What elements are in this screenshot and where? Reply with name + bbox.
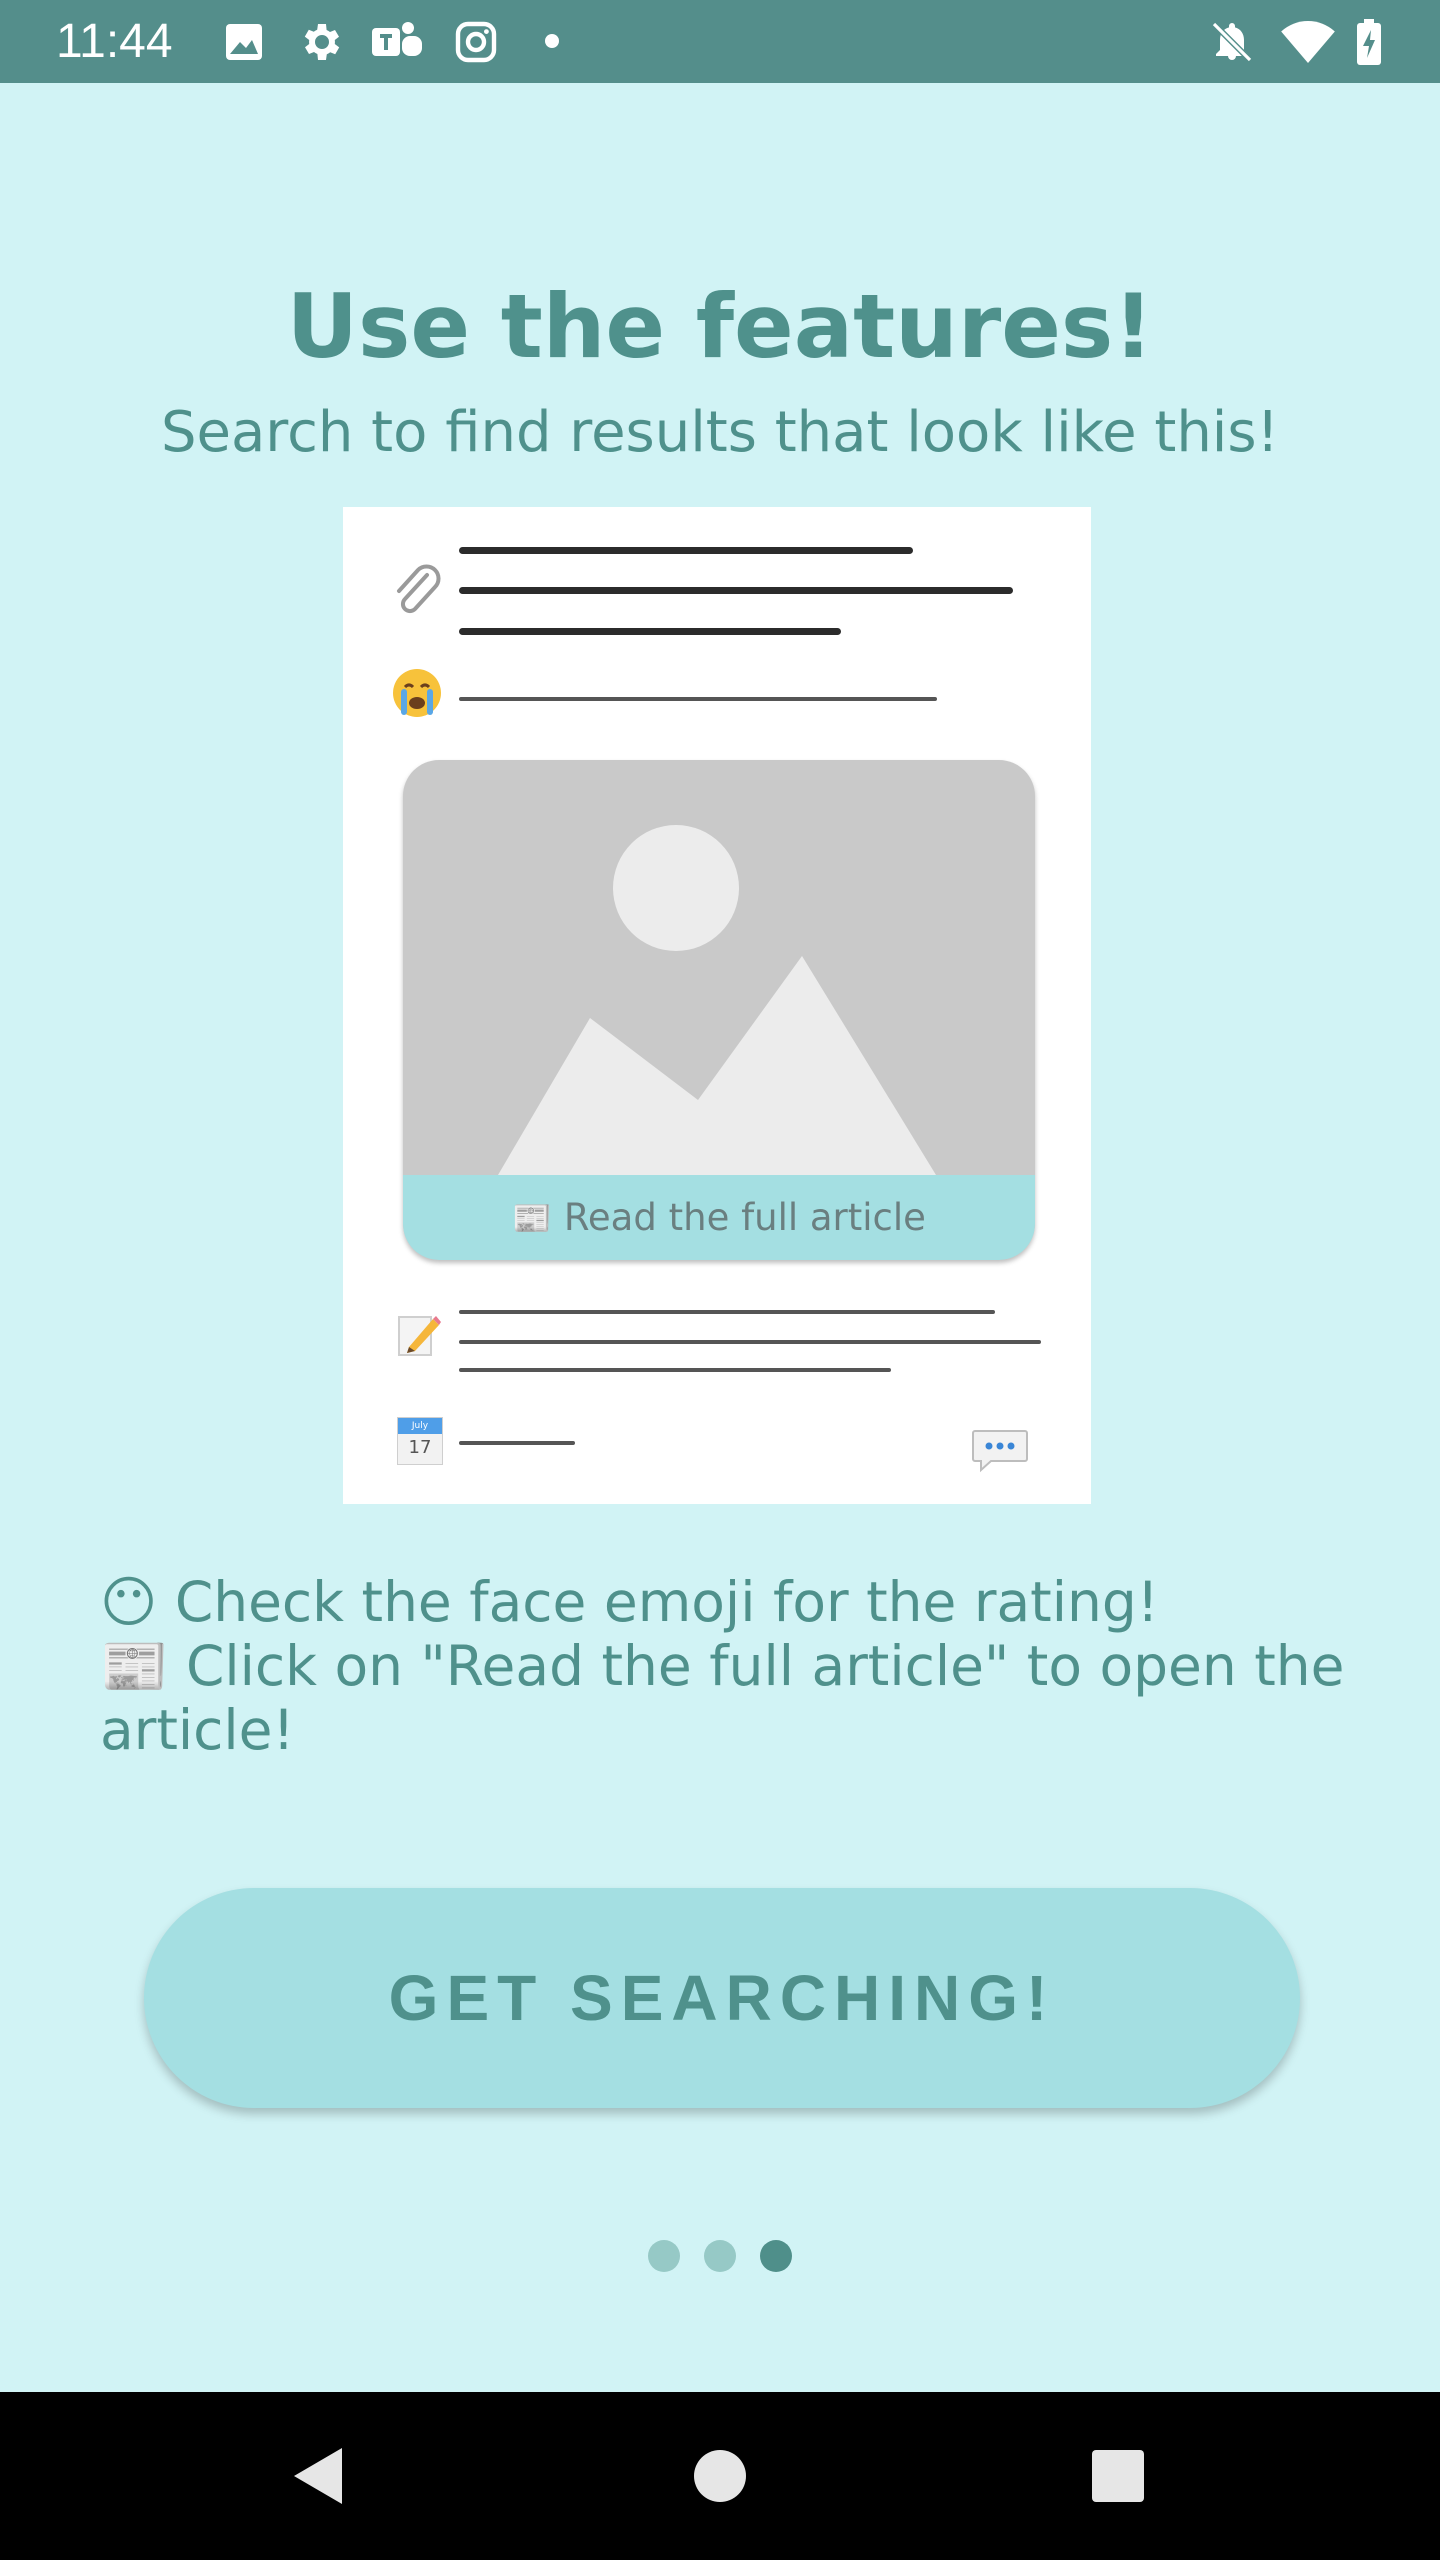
back-button[interactable] [236,2392,404,2560]
notification-dot [545,34,559,48]
page-dot-active[interactable] [760,2240,792,2272]
page-dot[interactable] [648,2240,680,2272]
read-full-article-link[interactable]: 📰 Read the full article [403,1175,1035,1260]
speech-bubble-icon [972,1430,1028,1473]
notifications-off-icon [1211,21,1253,63]
instruction-rating-text: Check the face emoji for the rating! [174,1570,1159,1634]
newspaper-icon: 📰 [512,1198,552,1237]
get-searching-button[interactable]: GET SEARCHING! [144,1888,1300,2108]
page-dot[interactable] [704,2240,736,2272]
wifi-icon [1281,21,1335,63]
back-icon [294,2448,342,2504]
calendar-month: July [398,1418,442,1434]
recents-icon [1092,2450,1144,2502]
battery-charging-icon [1357,19,1381,65]
recents-button[interactable] [1034,2392,1202,2560]
summary-line [459,1368,891,1372]
teams-icon [372,22,422,56]
gear-icon [304,24,340,60]
image-icon [226,24,262,60]
status-bar: 11:44 [0,0,1440,83]
sample-result-card: 📰 Read the full article July 17 [343,507,1091,1504]
instruction-rating: 😶 Check the face emoji for the rating! [100,1570,1360,1634]
page-title: Use the features! [286,275,1154,378]
instagram-icon [455,21,497,63]
calendar-icon: July 17 [397,1417,443,1465]
neutral-face-icon: 😶 [100,1570,158,1634]
title-line [459,587,1013,594]
page-subtitle: Search to find results that look like th… [160,400,1279,465]
newspaper-icon: 📰 [100,1634,169,1698]
article-image-placeholder: 📰 Read the full article [403,760,1035,1260]
date-line [459,1441,575,1445]
summary-line [459,1340,1041,1344]
home-button[interactable] [636,2392,804,2560]
rating-line [459,697,937,701]
summary-line [459,1310,995,1314]
read-full-article-label: Read the full article [563,1196,926,1239]
system-nav-bar [0,2392,1440,2560]
calendar-day: 17 [408,1437,432,1458]
page-indicator [648,2240,798,2272]
home-icon [694,2450,746,2502]
title-line [459,628,841,635]
title-line [459,547,913,554]
crying-face-icon [393,669,441,717]
status-time: 11:44 [56,15,173,68]
instruction-article-text: Click on "Read the full article" to open… [100,1634,1345,1762]
pencil-memo-icon [398,1316,441,1356]
instructions: 😶 Check the face emoji for the rating! 📰… [100,1570,1360,1762]
instruction-article: 📰 Click on "Read the full article" to op… [100,1634,1360,1762]
paperclip-icon [397,564,441,614]
